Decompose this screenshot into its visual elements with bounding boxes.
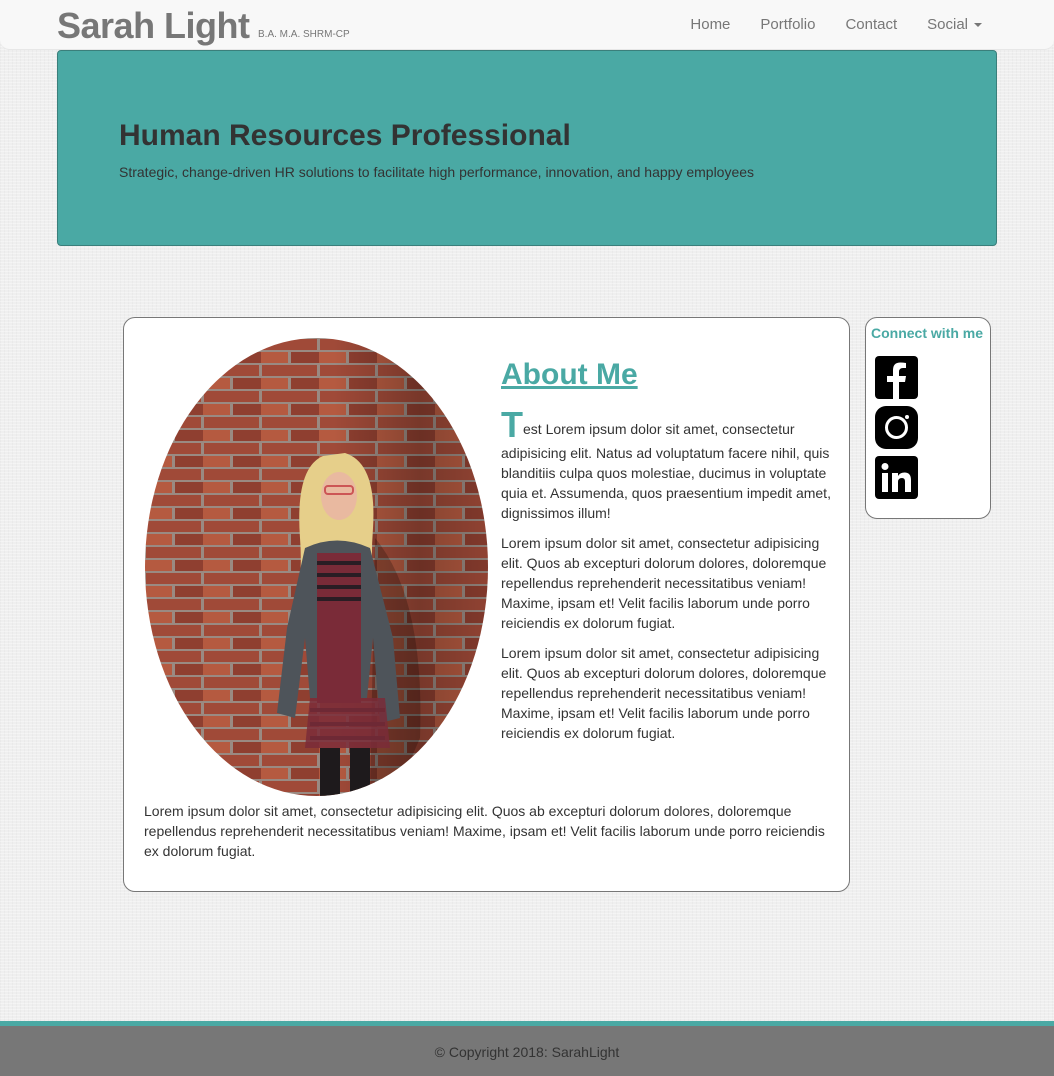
nav-home-link[interactable]: Home (690, 16, 730, 33)
hero-subtitle: Strategic, change-driven HR solutions to… (119, 164, 755, 180)
navbar: Sarah Light B.A. M.A. SHRM-CP Home Portf… (0, 0, 1054, 50)
brand-name[interactable]: Sarah Light (57, 5, 250, 47)
footer: © Copyright 2018: SarahLight (0, 1021, 1054, 1076)
about-title: About Me (501, 358, 638, 391)
nav-social-dropdown[interactable]: Social (927, 16, 982, 33)
about-text: About Me Test Lorem ipsum dolor sit amet… (501, 358, 836, 753)
hero-title: Human Resources Professional (119, 119, 571, 152)
footer-copyright: © Copyright 2018: SarahLight (434, 1044, 620, 1060)
social-title: Connect with me (871, 325, 984, 341)
nav-contact-link[interactable]: Contact (845, 16, 897, 33)
hero-banner: Human Resources Professional Strategic, … (57, 50, 997, 246)
brand-credentials: B.A. M.A. SHRM-CP (258, 29, 350, 40)
instagram-icon[interactable] (875, 406, 918, 449)
facebook-icon[interactable] (875, 356, 918, 399)
about-paragraph-1-text: est Lorem ipsum dolor sit amet, consecte… (501, 421, 831, 521)
about-paragraph-1: Test Lorem ipsum dolor sit amet, consect… (501, 407, 836, 523)
about-card: About Me Test Lorem ipsum dolor sit amet… (123, 317, 850, 892)
profile-photo-graphic (145, 338, 488, 796)
linkedin-icon[interactable] (875, 456, 918, 499)
nav-portfolio-link[interactable]: Portfolio (760, 16, 815, 33)
drop-cap: T (501, 404, 523, 445)
profile-photo (145, 338, 488, 796)
caret-down-icon (974, 22, 982, 27)
about-paragraph-3: Lorem ipsum dolor sit amet, consectetur … (501, 645, 827, 741)
about-paragraph-2: Lorem ipsum dolor sit amet, consectetur … (501, 535, 827, 631)
nav-links: Home Portfolio Contact Social (690, 16, 982, 33)
social-card: Connect with me (865, 317, 991, 519)
nav-social-label: Social (927, 16, 968, 33)
about-paragraph-4: Lorem ipsum dolor sit amet, consectetur … (144, 803, 825, 859)
